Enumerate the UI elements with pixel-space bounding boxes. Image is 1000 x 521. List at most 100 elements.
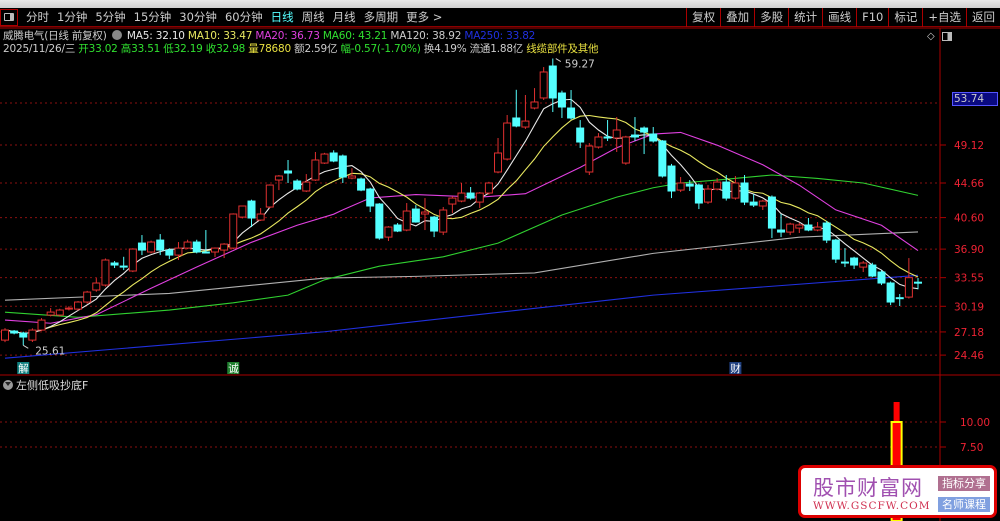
- candle-body: [439, 209, 448, 233]
- candle-body: [786, 223, 795, 233]
- candle: [10, 330, 19, 335]
- candle: [420, 198, 429, 231]
- candle-body: [247, 200, 256, 219]
- candle: [46, 308, 55, 317]
- price-tick-label: 44.66: [954, 178, 984, 190]
- candle: [101, 258, 110, 287]
- candle: [777, 214, 786, 238]
- candle-body: [694, 184, 703, 204]
- candle: [484, 181, 493, 195]
- candle-body: [649, 133, 658, 142]
- candle-body: [914, 281, 922, 284]
- candle: [758, 199, 767, 211]
- candle-body: [430, 216, 439, 232]
- candle: [256, 208, 265, 221]
- candle-body: [813, 226, 822, 231]
- chevron-down-icon[interactable]: [3, 380, 13, 390]
- candle-body: [722, 181, 731, 199]
- watermark-name: 股市财富网: [813, 476, 923, 500]
- kline-chart[interactable]: 49.12 44.66 40.60 36.90 33.55 30.19 27.18 24.46…: [0, 0, 1000, 521]
- candle-body: [594, 136, 603, 148]
- candle: [475, 192, 484, 209]
- candle: [904, 258, 913, 299]
- candle: [813, 222, 822, 232]
- candle-body: [713, 181, 722, 190]
- candle-body: [667, 165, 676, 192]
- candle: [247, 199, 256, 228]
- candle: [731, 176, 740, 200]
- candle: [165, 248, 174, 260]
- candle: [55, 308, 64, 317]
- candle-body: [302, 181, 311, 192]
- candle: [557, 90, 566, 118]
- candle-body: [448, 197, 457, 205]
- candle: [548, 58, 557, 113]
- watermark: 股市财富网 WWW.GSCFW.COM 指标分享 名师课程: [798, 465, 997, 518]
- candle-body: [676, 182, 685, 191]
- candle-body: [457, 192, 466, 202]
- candle: [64, 306, 73, 311]
- candle: [28, 328, 37, 342]
- candle-body: [384, 226, 393, 238]
- candle-body: [55, 309, 64, 316]
- candle-body: [174, 247, 183, 256]
- candle: [585, 143, 594, 175]
- candle-body: [731, 182, 740, 199]
- candle-body: [767, 196, 776, 229]
- candle-body: [512, 117, 521, 127]
- candle-body: [147, 241, 156, 253]
- candle-body: [576, 127, 585, 143]
- candle: [530, 88, 539, 110]
- candle-body: [210, 247, 219, 253]
- candle-body: [375, 203, 384, 239]
- candle: [895, 294, 904, 307]
- price-tick-label: 40.60: [954, 213, 984, 225]
- candle-body: [795, 224, 804, 229]
- candle: [676, 177, 685, 193]
- candle: [284, 159, 293, 183]
- candle-body: [83, 291, 92, 303]
- ma250-line: [4, 274, 919, 359]
- watermark-badge-share: 指标分享: [938, 476, 990, 491]
- candle-body: [850, 257, 859, 266]
- event-marker[interactable]: 诚: [228, 363, 239, 375]
- event-marker[interactable]: 解: [18, 362, 29, 375]
- candle-body: [603, 136, 612, 139]
- candle: [329, 150, 338, 163]
- candle: [886, 281, 895, 306]
- price-tick-label: 49.12: [954, 140, 984, 152]
- candle-body: [329, 152, 338, 162]
- event-marker[interactable]: 财: [730, 362, 741, 375]
- candle: [466, 187, 475, 200]
- candle-body: [28, 329, 37, 341]
- candle-body: [411, 208, 420, 223]
- candle-body: [548, 65, 557, 99]
- current-price-label: 53.74: [952, 92, 998, 106]
- candle: [238, 205, 247, 219]
- candle-body: [868, 264, 877, 277]
- candle: [457, 182, 466, 203]
- candle: [83, 290, 92, 304]
- candle: [229, 213, 238, 250]
- candle: [868, 262, 877, 278]
- candle-body: [393, 224, 402, 232]
- indicator-tick-label: 7.50: [960, 442, 983, 454]
- candle-body: [567, 107, 576, 119]
- candle-body: [758, 200, 767, 207]
- indicator-name: 左侧低吸抄底F: [16, 379, 89, 392]
- candle-body: [494, 152, 503, 173]
- candle-body: [466, 192, 475, 199]
- candle: [503, 115, 512, 161]
- candle: [840, 248, 849, 268]
- candle-body: [630, 134, 639, 138]
- candle-body: [804, 224, 813, 231]
- candle-body: [284, 170, 293, 174]
- candle-body: [137, 242, 146, 251]
- candle-body: [420, 211, 429, 215]
- candle: [494, 138, 503, 174]
- price-tick-label: 36.90: [954, 244, 984, 256]
- candle-body: [402, 210, 411, 231]
- candle: [265, 184, 274, 209]
- candle-body: [46, 311, 55, 316]
- candle-body: [822, 222, 831, 241]
